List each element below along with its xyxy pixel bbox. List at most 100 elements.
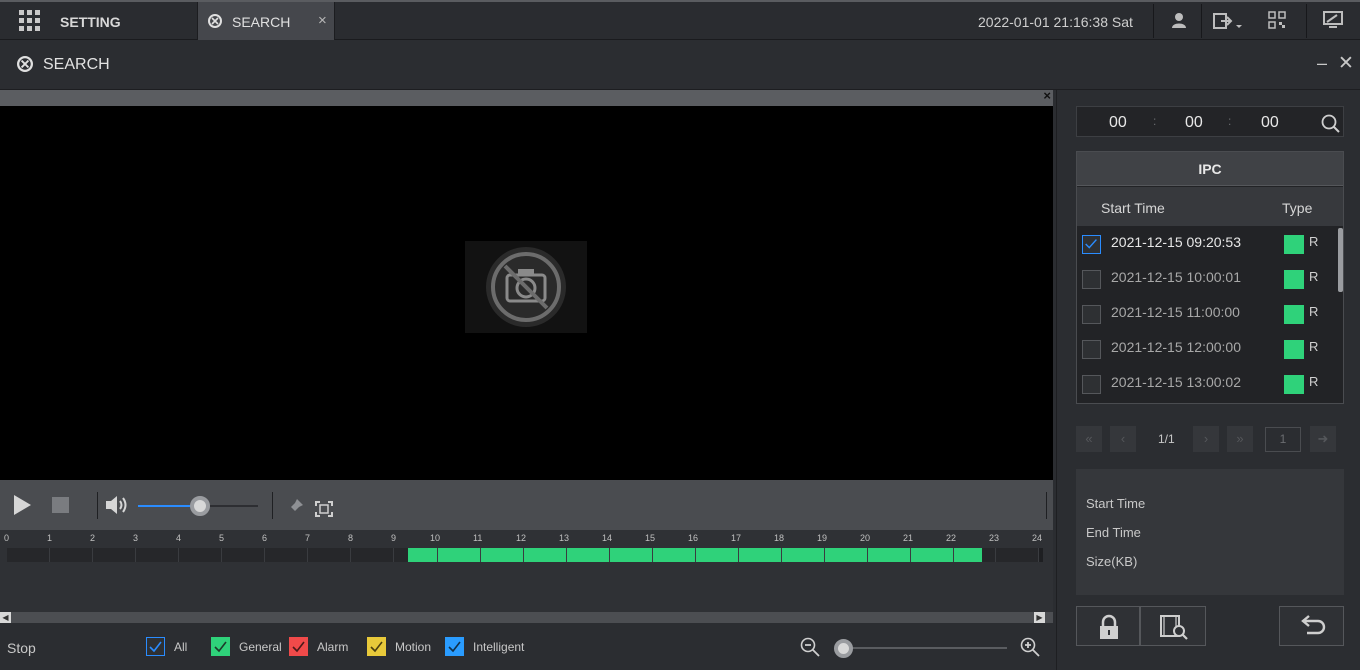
back-button[interactable] [1279, 606, 1344, 646]
hour-tick-label: 5 [219, 533, 225, 543]
checkbox-alarm[interactable] [289, 637, 308, 656]
main-menu-grid-icon[interactable] [19, 10, 40, 31]
row-checkbox[interactable] [1082, 270, 1101, 289]
user-icon[interactable] [1170, 11, 1188, 29]
zoom-out-icon[interactable] [800, 637, 821, 658]
checkbox-intelligent[interactable] [445, 637, 464, 656]
hour-segment[interactable] [93, 548, 136, 562]
row-checkbox[interactable] [1082, 235, 1101, 254]
play-button[interactable] [14, 495, 31, 515]
close-button[interactable]: ✕ [1338, 52, 1354, 75]
scroll-right-icon[interactable]: ▶ [1034, 612, 1045, 623]
time-search-box: 00 : 00 : 00 [1076, 106, 1344, 137]
volume-icon[interactable] [104, 494, 130, 516]
table-row[interactable]: 2021-12-15 09:20:53 R [1077, 226, 1335, 261]
hour-divider [652, 548, 653, 562]
tab-setting[interactable]: SETTING [60, 14, 121, 30]
smart-search-button[interactable] [1140, 606, 1206, 646]
record-type-swatch [1284, 305, 1304, 324]
hour-segment[interactable] [351, 548, 394, 562]
table-row[interactable]: 2021-12-15 13:00:02 R [1077, 366, 1335, 401]
timeline-scrollbar[interactable]: ◀ ▶ [0, 612, 1053, 623]
stop-button[interactable] [52, 497, 69, 513]
pin-icon[interactable] [285, 497, 305, 517]
lock-button[interactable] [1076, 606, 1140, 646]
hour-segment[interactable] [996, 548, 1039, 562]
row-checkbox[interactable] [1082, 375, 1101, 394]
row-checkbox[interactable] [1082, 305, 1101, 324]
row-start-time: 2021-12-15 11:00:00 [1111, 304, 1240, 320]
zoom-knob[interactable] [834, 639, 853, 658]
hour-tick-label: 2 [90, 533, 96, 543]
tab-close-icon[interactable]: × [318, 12, 327, 29]
tab-search[interactable]: SEARCH × [197, 2, 335, 40]
checkbox-all[interactable] [146, 637, 165, 656]
column-type: Type [1282, 200, 1313, 216]
logout-icon[interactable] [1213, 11, 1247, 31]
qr-code-icon[interactable] [1268, 11, 1286, 29]
volume-knob[interactable] [190, 496, 211, 516]
hour-segment[interactable] [50, 548, 93, 562]
hour-tick-label: 21 [903, 533, 914, 543]
last-page-icon[interactable]: » [1227, 426, 1253, 452]
hour-divider [437, 548, 438, 562]
hour-divider [566, 548, 567, 562]
video-playback-area[interactable] [0, 106, 1053, 480]
fullscreen-icon[interactable] [315, 501, 333, 517]
filter-all-label: All [174, 639, 188, 654]
hour-segment[interactable] [179, 548, 222, 562]
scroll-left-icon[interactable]: ◀ [0, 612, 11, 623]
hour-segment[interactable] [308, 548, 351, 562]
table-title: IPC [1077, 152, 1343, 186]
first-page-icon[interactable]: « [1076, 426, 1102, 452]
timeline-bar[interactable] [7, 548, 1043, 562]
hour-tick-label: 13 [559, 533, 570, 543]
hour-tick-label: 23 [989, 533, 1000, 543]
bottom-bar: Stop All General Alarm Motion Intelligen… [0, 623, 1053, 670]
hour-tick-label: 12 [516, 533, 527, 543]
minute-field[interactable]: 00 [1185, 114, 1203, 132]
record-type-swatch [1284, 340, 1304, 359]
hour-divider [480, 548, 481, 562]
checkbox-motion[interactable] [367, 637, 386, 656]
filter-alarm[interactable]: Alarm [289, 637, 348, 656]
info-size: Size(KB) [1086, 554, 1138, 569]
zoom-slider[interactable] [837, 647, 1007, 649]
timeline[interactable]: 0 1 2 3 4 5 6 7 8 9 10 11 12 13 14 15 16 17 18 19 20 21 22 23 24 [0, 530, 1053, 612]
divider [1046, 492, 1047, 519]
checkbox-general[interactable] [211, 637, 230, 656]
filter-motion[interactable]: Motion [367, 637, 431, 656]
second-field[interactable]: 00 [1261, 114, 1279, 132]
camera-icon [486, 247, 566, 327]
hour-divider [738, 548, 739, 562]
hour-segment[interactable] [265, 548, 308, 562]
divider [1306, 4, 1307, 38]
table-row[interactable]: 2021-12-15 10:00:01 R [1077, 261, 1335, 296]
zoom-in-icon[interactable] [1020, 637, 1041, 658]
hour-divider [867, 548, 868, 562]
minimize-button[interactable]: – [1317, 53, 1327, 74]
filter-general[interactable]: General [211, 637, 282, 656]
hour-segment[interactable] [222, 548, 265, 562]
hour-field[interactable]: 00 [1109, 114, 1127, 132]
next-page-icon[interactable]: › [1193, 426, 1219, 452]
row-type: R [1309, 304, 1319, 319]
video-close-icon[interactable]: × [1043, 88, 1051, 103]
row-checkbox[interactable] [1082, 340, 1101, 359]
table-row[interactable]: 2021-12-15 12:00:00 R [1077, 331, 1335, 366]
filter-intelligent[interactable]: Intelligent [445, 637, 524, 656]
volume-slider[interactable] [138, 496, 258, 516]
search-icon[interactable] [1321, 114, 1340, 133]
table-row[interactable]: 2021-12-15 11:00:00 R [1077, 296, 1335, 331]
page-goto-input[interactable]: 1 [1265, 427, 1301, 452]
hour-segment[interactable] [7, 548, 50, 562]
go-page-icon[interactable]: ➜ [1310, 426, 1336, 452]
hour-segment[interactable] [136, 548, 179, 562]
hour-tick-label: 11 [473, 533, 483, 543]
hour-tick-label: 9 [391, 533, 397, 543]
window-title-bar: SEARCH – ✕ [0, 40, 1360, 90]
filter-all[interactable]: All [146, 637, 187, 656]
table-scrollbar[interactable] [1338, 228, 1343, 292]
prev-page-icon[interactable]: ‹ [1110, 426, 1136, 452]
monitor-icon[interactable] [1323, 11, 1343, 29]
